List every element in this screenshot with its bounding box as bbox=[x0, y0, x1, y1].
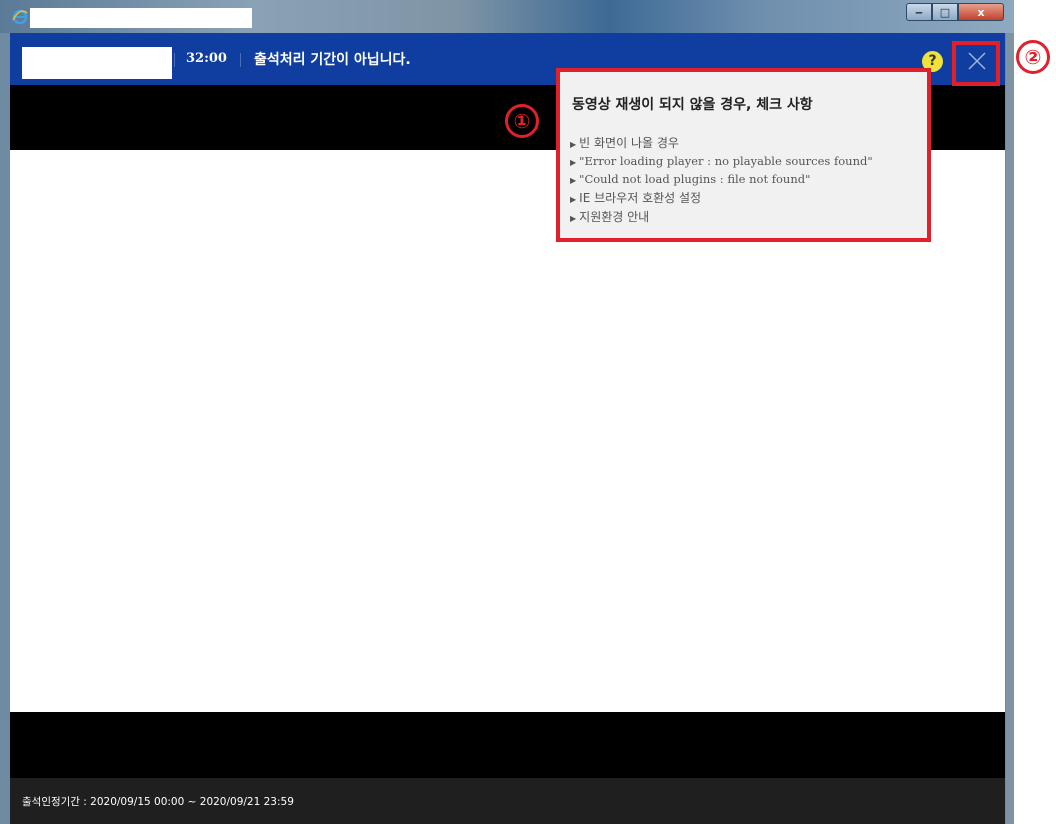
internet-explorer-icon bbox=[12, 9, 28, 25]
close-button-highlight bbox=[952, 41, 1000, 86]
maximize-button[interactable]: □ bbox=[932, 3, 958, 21]
minimize-button[interactable]: ‒ bbox=[906, 3, 932, 21]
header-divider bbox=[174, 53, 175, 67]
logo bbox=[22, 47, 172, 79]
window-border bbox=[1006, 33, 1014, 824]
timer-display: 32:00 bbox=[186, 51, 227, 66]
window-titlebar[interactable]: ‒ □ x bbox=[0, 0, 1014, 33]
troubleshoot-item[interactable]: ▶ 빈 화면이 나올 경우 bbox=[570, 134, 679, 151]
annotation-marker-2: ② bbox=[1016, 40, 1050, 74]
annotation-marker-1: ① bbox=[505, 104, 539, 138]
troubleshoot-item-label: "Error loading player : no playable sour… bbox=[579, 154, 873, 168]
troubleshoot-item[interactable]: ▶ IE 브라우저 호환성 설정 bbox=[570, 189, 701, 206]
bullet-arrow-icon: ▶ bbox=[570, 176, 577, 185]
troubleshoot-item-label: 지원환경 안내 bbox=[579, 210, 650, 224]
troubleshoot-item[interactable]: ▶ "Could not load plugins : file not foun… bbox=[570, 172, 810, 186]
bullet-arrow-icon: ▶ bbox=[570, 195, 577, 204]
window-title-field bbox=[30, 8, 252, 28]
bullet-arrow-icon: ▶ bbox=[570, 214, 577, 223]
troubleshoot-item[interactable]: ▶ "Error loading player : no playable sou… bbox=[570, 154, 873, 168]
window-controls: ‒ □ x bbox=[906, 3, 1006, 21]
troubleshoot-popup: 동영상 재생이 되지 않을 경우, 체크 사항 ▶ 빈 화면이 나올 경우 ▶ "E… bbox=[556, 68, 931, 242]
player-footer: 출석인정기간 : 2020/09/15 00:00 ~ 2020/09/21 2… bbox=[10, 778, 1005, 824]
header-divider bbox=[240, 53, 241, 67]
attendance-period: 출석인정기간 : 2020/09/15 00:00 ~ 2020/09/21 2… bbox=[22, 796, 294, 808]
troubleshoot-item-label: "Could not load plugins : file not found… bbox=[579, 172, 811, 186]
bullet-arrow-icon: ▶ bbox=[570, 158, 577, 167]
troubleshoot-item-label: IE 브라우저 호환성 설정 bbox=[579, 191, 702, 205]
attendance-status: 출석처리 기간이 아닙니다. bbox=[254, 52, 411, 68]
troubleshoot-title: 동영상 재생이 되지 않을 경우, 체크 사항 bbox=[572, 97, 813, 113]
window-close-button[interactable]: x bbox=[958, 3, 1004, 21]
troubleshoot-item[interactable]: ▶ 지원환경 안내 bbox=[570, 208, 649, 225]
bullet-arrow-icon: ▶ bbox=[570, 140, 577, 149]
video-letterbox-bottom bbox=[10, 712, 1005, 778]
troubleshoot-item-label: 빈 화면이 나올 경우 bbox=[579, 136, 679, 150]
